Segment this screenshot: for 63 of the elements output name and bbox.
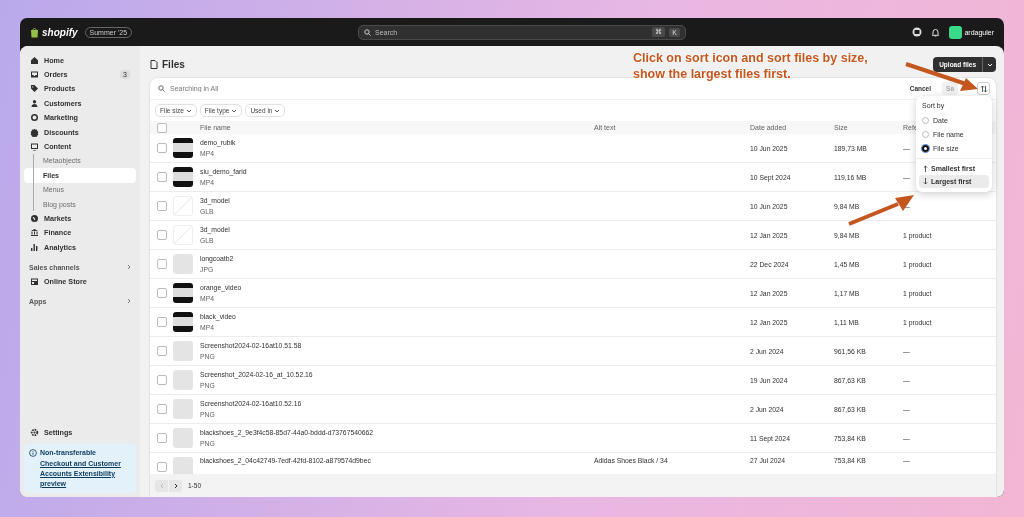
thumbnail [173,196,193,216]
row-checkbox[interactable] [157,346,167,356]
store-icon [30,277,39,287]
target-icon [30,113,39,123]
gear-icon [30,427,39,437]
row-checkbox[interactable] [157,433,167,443]
sort-icon [979,84,988,93]
sort-button[interactable] [977,82,990,95]
thumbnail [173,167,193,187]
thumbnail [173,370,193,390]
select-all-checkbox[interactable] [157,122,167,133]
arrow-down-icon [923,178,928,185]
annotation-text: Click on sort icon and sort files by size, show the largest files first. [633,50,868,83]
row-checkbox[interactable] [157,143,167,153]
image-icon [30,142,39,152]
chevron-icon [231,107,238,114]
globe-icon [30,214,39,223]
row-checkbox[interactable] [157,288,167,298]
bank-icon [30,228,39,238]
thumbnail [173,312,193,332]
thumbnail [173,428,193,448]
thumbnail [173,457,193,474]
chevron-icon [185,107,192,114]
house-icon [30,55,39,65]
callout-arrow [848,195,914,226]
tag-icon [30,84,39,94]
row-checkbox[interactable] [157,317,167,327]
bar-chart-icon [30,242,39,252]
thumbnail [173,283,193,303]
chevron-icon [274,107,281,114]
badge-icon [30,127,39,137]
brand-logo: shopify [42,26,78,38]
thumbnail [173,399,193,419]
row-checkbox[interactable] [157,462,167,472]
chevron-icon [126,263,132,270]
person-icon [30,98,39,108]
previous-page-button[interactable] [155,479,168,492]
file-icon [150,60,158,69]
next-page-button[interactable] [169,479,182,492]
arrow-up-icon [923,165,928,172]
thumbnail [173,254,193,274]
chevron-icon [126,298,132,305]
thumbnail [173,225,193,245]
row-checkbox[interactable] [157,172,167,182]
shopping-bag-icon [30,26,39,38]
row-checkbox[interactable] [157,230,167,240]
row-checkbox[interactable] [157,259,167,269]
thumbnail [173,341,193,361]
dropdown-button[interactable] [982,57,996,72]
row-checkbox[interactable] [157,201,167,211]
search-icon [158,85,165,92]
row-checkbox[interactable] [157,375,167,385]
bell-icon[interactable] [931,27,941,37]
page-title: Files [162,59,185,70]
search-icon [364,28,371,36]
info-icon [29,449,37,458]
row-checkbox[interactable] [157,404,167,414]
tray-icon [30,70,39,80]
avatar[interactable] [949,25,963,39]
store-icon[interactable] [912,27,923,37]
caret-icon [986,61,993,68]
radio-button[interactable] [922,144,929,152]
thumbnail [173,138,193,158]
